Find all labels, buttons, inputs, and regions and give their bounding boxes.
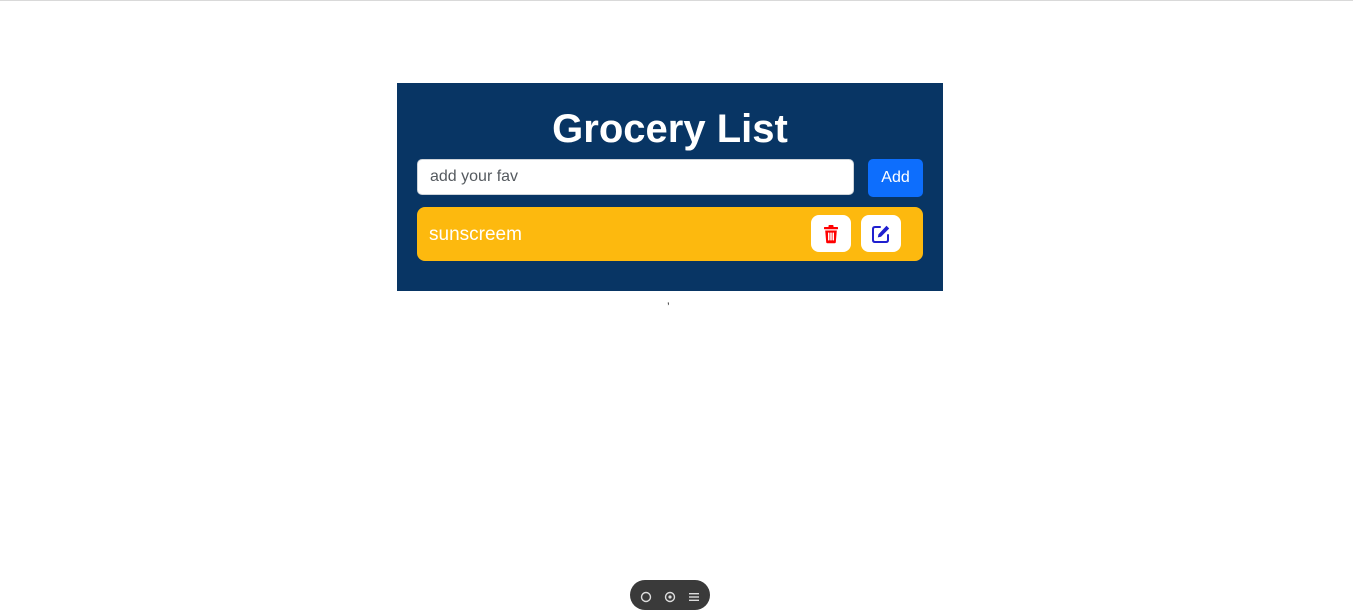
screenshot-icon[interactable] [664, 590, 676, 603]
zoom-icon[interactable] [640, 590, 652, 603]
add-item-input[interactable] [417, 159, 854, 195]
stray-character: ’ [667, 300, 670, 314]
list-item: sunscreem [417, 207, 923, 261]
floating-toolbar[interactable] [630, 580, 710, 610]
page-title: Grocery List [552, 107, 788, 151]
edit-button[interactable] [861, 215, 901, 252]
trash-icon [821, 224, 841, 244]
menu-icon[interactable] [688, 590, 700, 602]
edit-icon [871, 224, 891, 244]
top-border [0, 0, 1353, 1]
item-label: sunscreem [429, 224, 522, 245]
add-button[interactable]: Add [868, 159, 923, 197]
delete-button[interactable] [811, 215, 851, 252]
grocery-list-card: Grocery List Add sunscreem [397, 83, 943, 291]
